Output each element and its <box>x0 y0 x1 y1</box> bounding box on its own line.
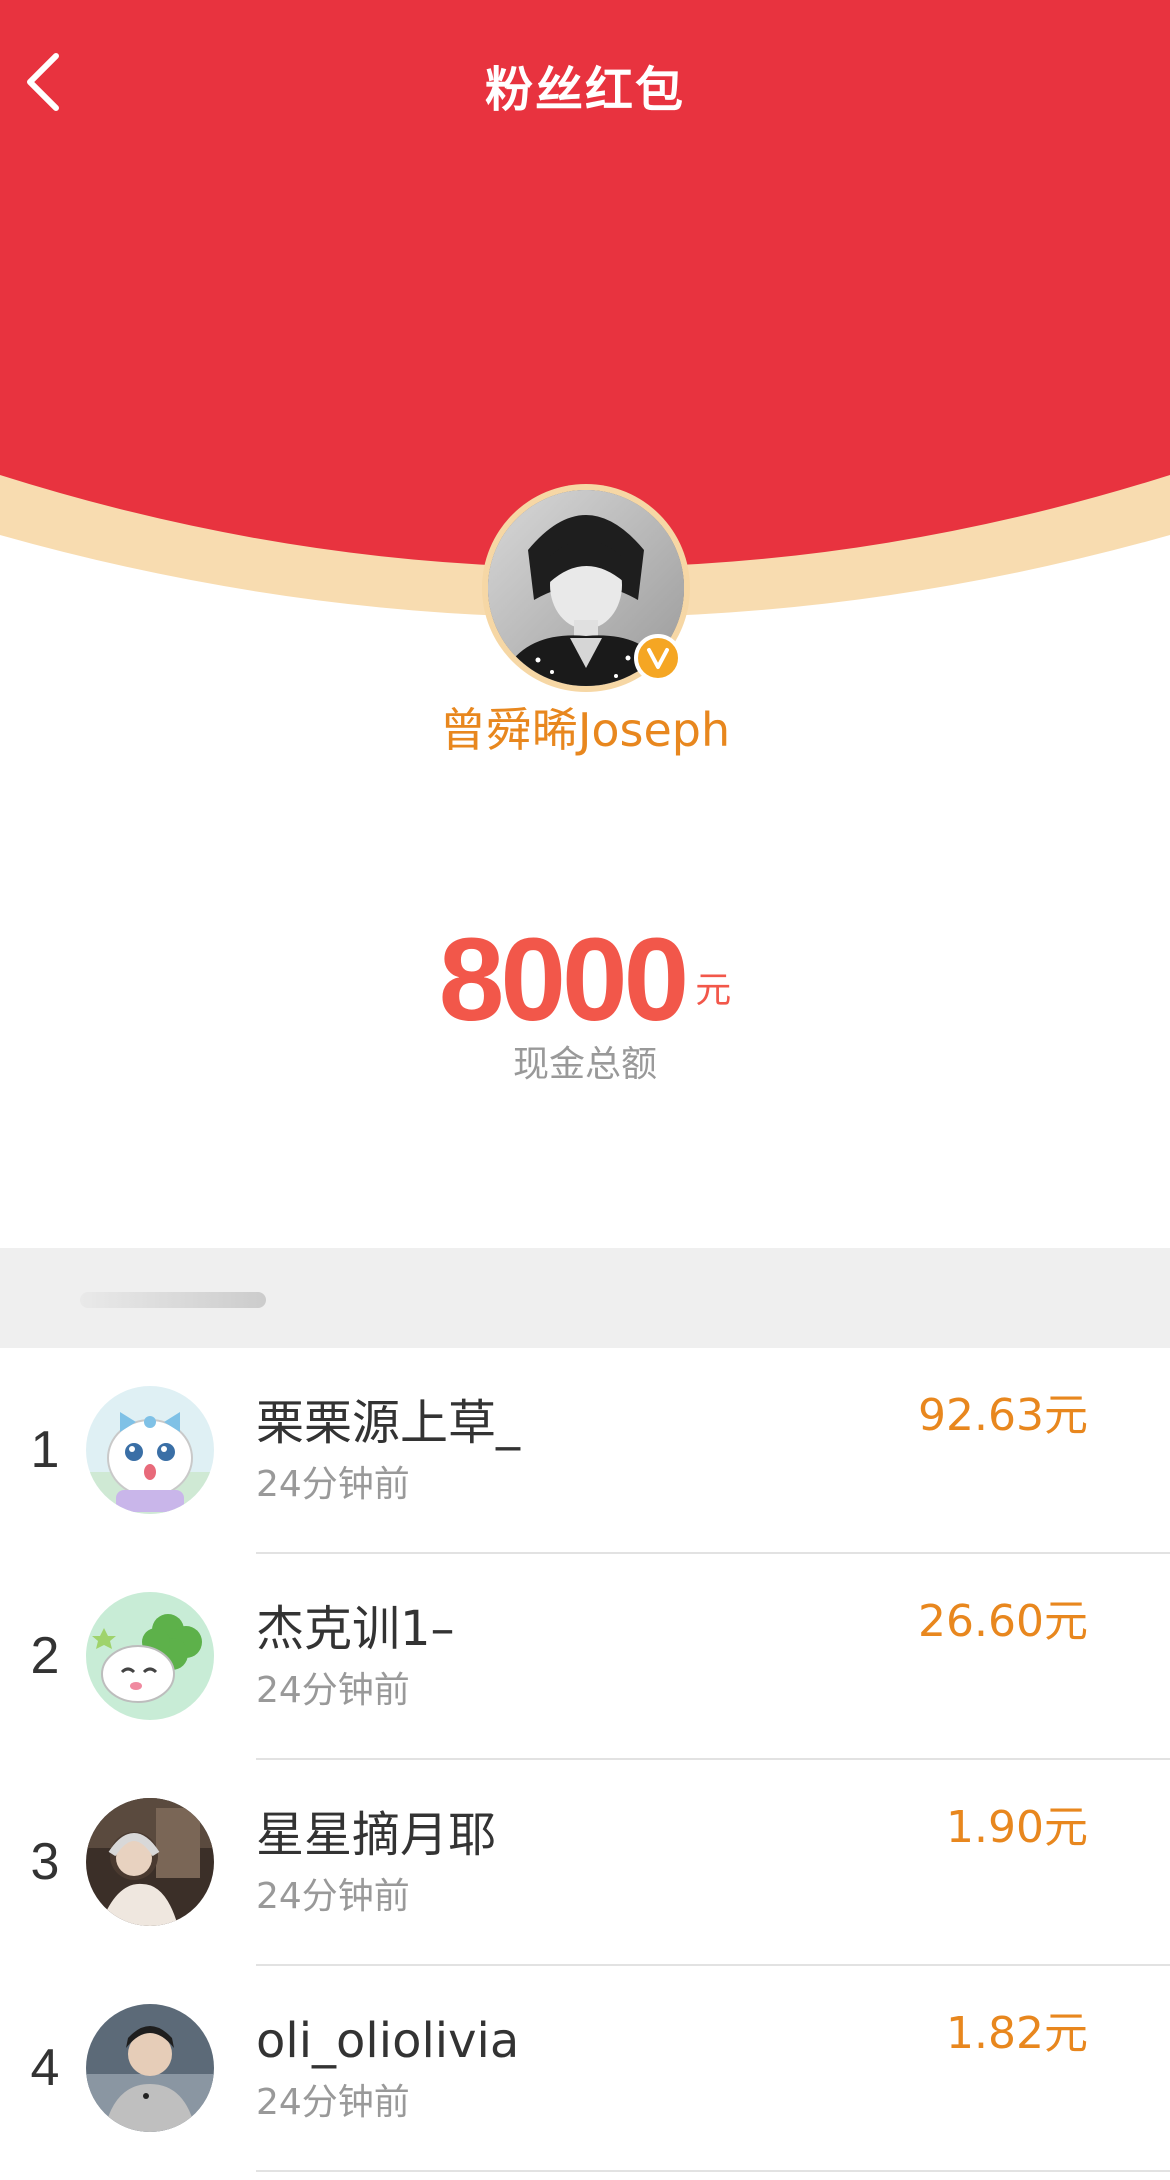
total-amount: 8000 元 <box>0 915 1170 1045</box>
avatar[interactable] <box>86 1798 214 1926</box>
page-title: 粉丝红包 <box>484 62 685 118</box>
sender-name[interactable]: 曾舜晞Joseph <box>0 700 1170 760</box>
list-item[interactable]: 1 栗栗源上草_ 24分钟前 92.63元 <box>0 1348 1170 1554</box>
recipient-time: 24分钟前 <box>256 1464 410 1505</box>
recipient-amount: 26.60元 <box>918 1596 1088 1647</box>
recipient-name: oli_oliolivia <box>256 2013 520 2069</box>
total-amount-label: 现金总额 <box>512 1044 657 1085</box>
rank-number: 3 <box>30 1833 60 1891</box>
recipient-amount: 92.63元 <box>918 1390 1088 1441</box>
verified-v-icon <box>634 634 682 682</box>
recipient-time: 24分钟前 <box>256 1670 410 1711</box>
list-item[interactable]: 4 oli_oliolivia 24分钟前 1.82元 <box>0 1966 1170 2172</box>
recipient-time: 24分钟前 <box>256 2082 410 2123</box>
divider <box>256 2170 1170 2172</box>
list-item[interactable]: 3 星星摘月耶 24分钟前 1.90元 <box>0 1760 1170 1966</box>
rank-number: 2 <box>30 1627 60 1685</box>
avatar[interactable] <box>86 1386 214 1514</box>
rank-number: 1 <box>30 1421 60 1479</box>
sender-avatar[interactable] <box>482 484 690 692</box>
recipient-time: 24分钟前 <box>256 1876 410 1917</box>
total-amount-unit: 元 <box>695 970 732 1011</box>
section-header <box>0 1248 1170 1348</box>
avatar[interactable] <box>86 1592 214 1720</box>
recipient-amount: 1.82元 <box>946 2008 1088 2059</box>
recipient-name: 杰克训1– <box>256 1601 455 1657</box>
section-header-placeholder <box>80 1292 266 1308</box>
total-amount-value: 8000 <box>438 914 690 1046</box>
recipient-list: 1 栗栗源上草_ 24分钟前 92.63元 2 杰克训1– 24分钟前 26.6… <box>0 1348 1170 2172</box>
rank-number: 4 <box>30 2039 60 2097</box>
list-item[interactable]: 2 杰克训1– 24分钟前 26.60元 <box>0 1554 1170 1760</box>
recipient-name: 星星摘月耶 <box>256 1807 497 1863</box>
recipient-amount: 1.90元 <box>946 1802 1088 1853</box>
avatar[interactable] <box>86 2004 214 2132</box>
recipient-name: 栗栗源上草_ <box>256 1395 521 1451</box>
